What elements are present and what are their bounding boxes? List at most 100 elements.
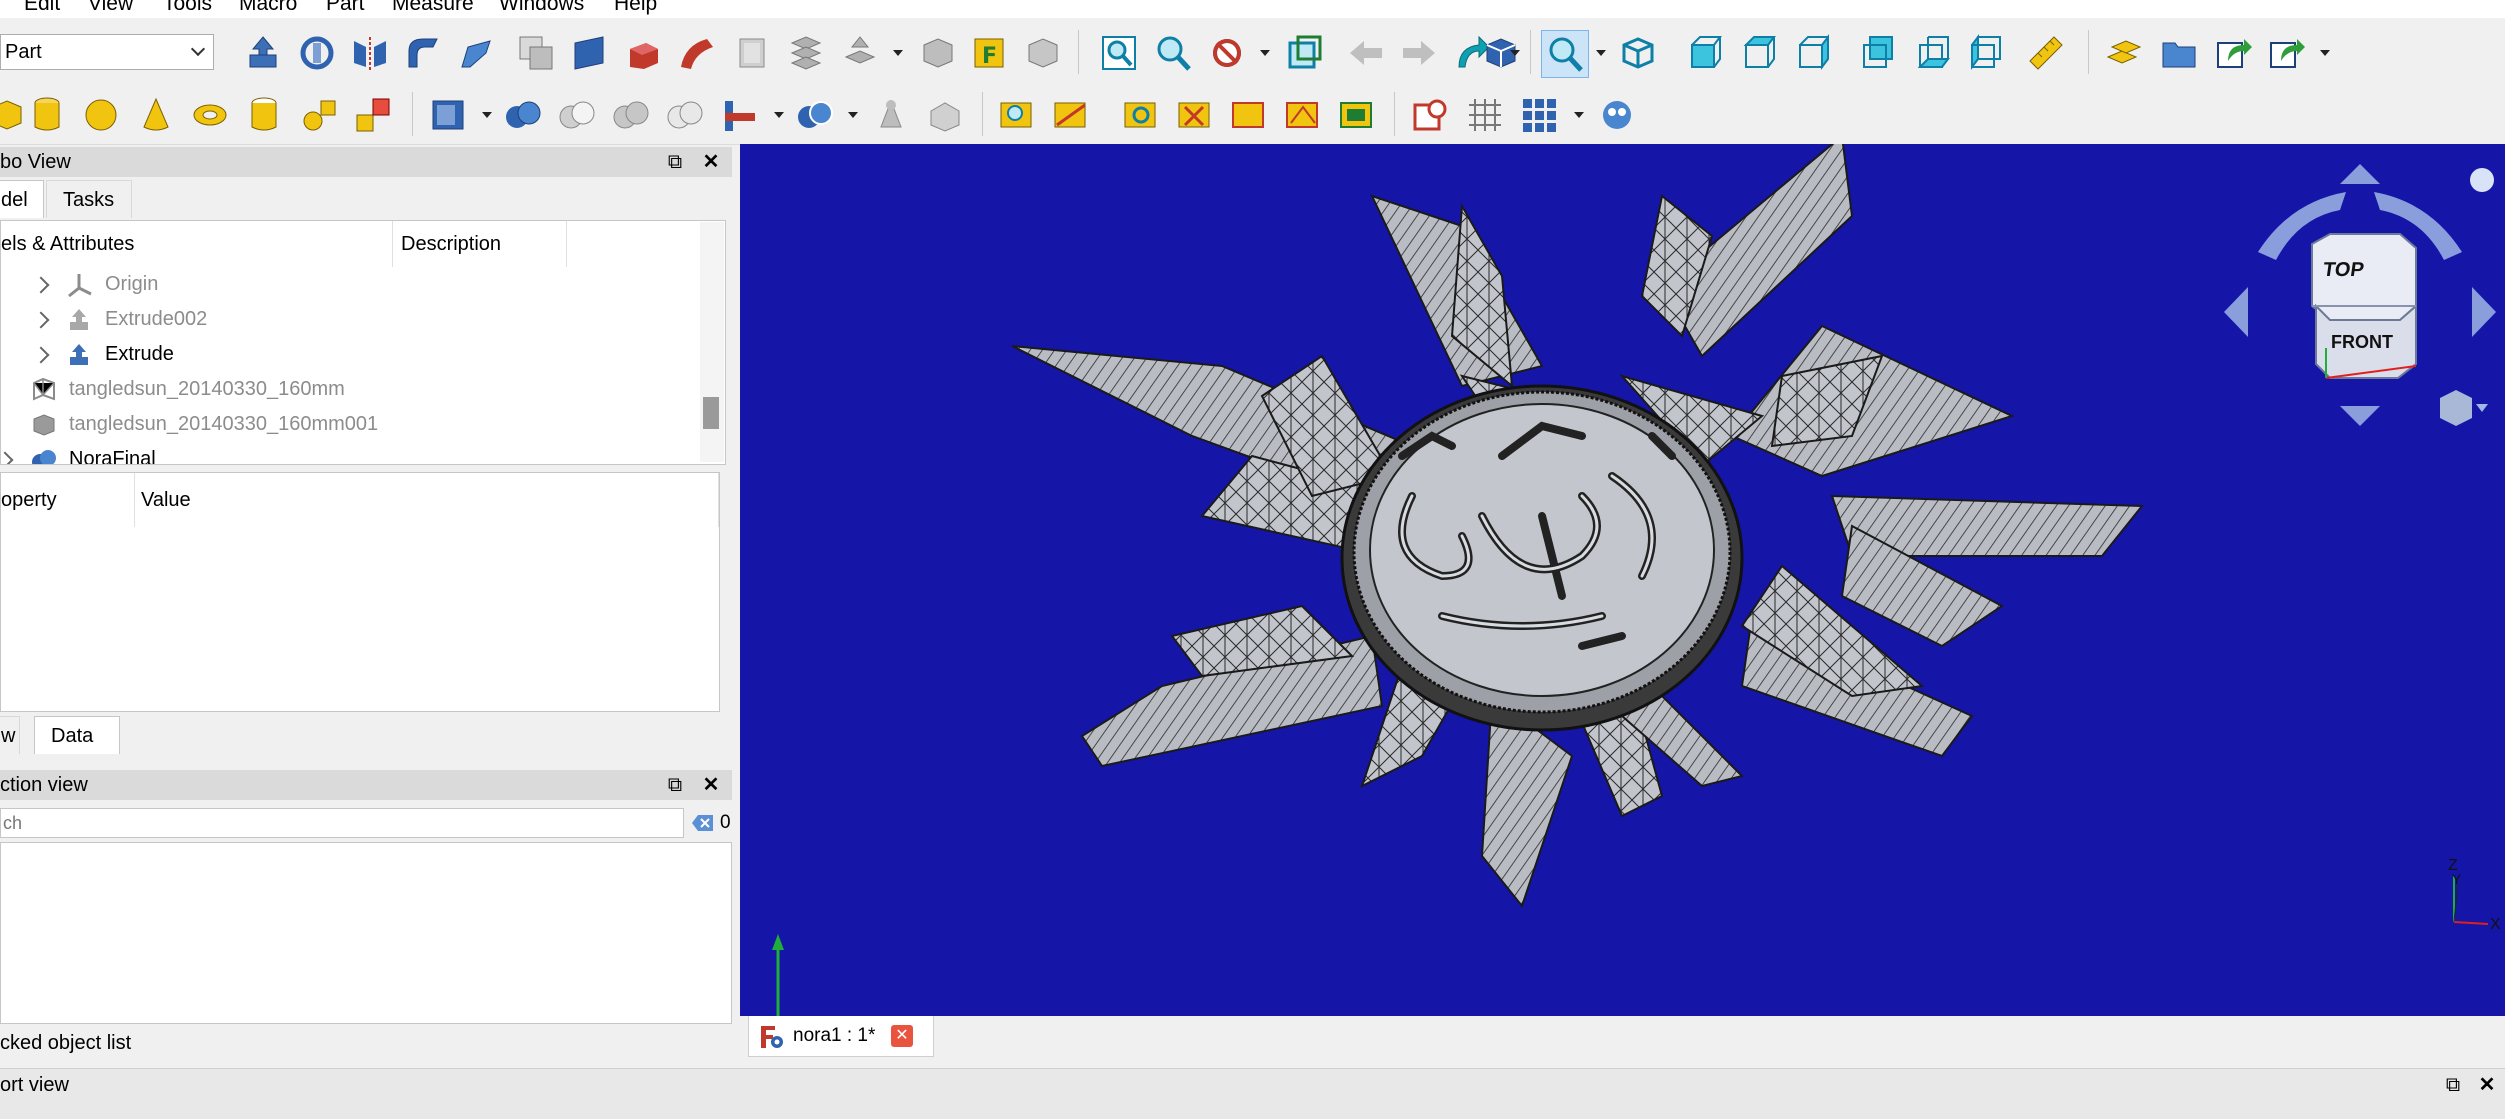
close-icon[interactable]: ✕ — [698, 149, 724, 175]
cone-primitive-icon[interactable] — [135, 94, 177, 136]
view-front-icon[interactable] — [1683, 32, 1725, 74]
group-folder-icon[interactable] — [2158, 32, 2200, 74]
restore-icon[interactable]: ⧉ — [2440, 1072, 2466, 1098]
close-icon[interactable]: ✕ — [698, 772, 724, 798]
close-icon[interactable]: ✕ — [891, 1025, 913, 1047]
sphere-primitive-icon[interactable] — [80, 94, 122, 136]
navigation-cube[interactable]: TOP FRONT — [2220, 152, 2500, 452]
selection-list[interactable] — [0, 842, 732, 1024]
menu-edit[interactable]: Edit — [24, 0, 60, 16]
fit-selection-icon[interactable] — [1152, 32, 1194, 74]
bounding-box-icon[interactable] — [1283, 32, 1325, 74]
measure-linear-icon[interactable] — [996, 94, 1038, 136]
sweep-icon[interactable] — [676, 32, 718, 74]
torus-primitive-icon[interactable] — [189, 94, 231, 136]
zoom-active-icon[interactable] — [1541, 30, 1589, 78]
cylinder-primitive-icon[interactable] — [26, 94, 68, 136]
view-top-icon[interactable] — [1737, 32, 1779, 74]
make-face-icon[interactable] — [515, 32, 557, 74]
menu-part[interactable]: Part — [326, 0, 365, 16]
snap-dropdown[interactable] — [1572, 94, 1586, 136]
revolve-tool-icon[interactable] — [296, 32, 338, 74]
attachment-editor-icon[interactable] — [1410, 94, 1452, 136]
create-part-icon[interactable] — [2103, 32, 2145, 74]
expand-arrow-icon[interactable] — [1, 451, 14, 464]
restore-icon[interactable]: ⧉ — [662, 772, 688, 798]
back-arrow-icon[interactable] — [1345, 32, 1387, 74]
tree-item-mesh[interactable]: tangledsun_20140330_160mm — [1, 372, 691, 407]
ruled-surface-icon[interactable] — [568, 32, 610, 74]
forward-arrow-icon[interactable] — [1398, 32, 1440, 74]
chamfer-tool-icon[interactable] — [455, 32, 497, 74]
draw-style-dropdown[interactable] — [1258, 32, 1272, 74]
tab-data[interactable]: Data — [34, 716, 120, 754]
fuse-icon[interactable] — [610, 94, 652, 136]
snap-grid-icon[interactable] — [1518, 94, 1560, 136]
split-icon[interactable] — [794, 94, 836, 136]
tree-item-extrude[interactable]: Extrude — [1, 337, 691, 372]
loft-icon[interactable] — [623, 32, 665, 74]
clear-all-icon[interactable] — [1174, 94, 1216, 136]
tree-header-labels[interactable]: els & Attributes — [1, 221, 393, 267]
clear-search-icon[interactable] — [690, 810, 716, 836]
common-icon[interactable] — [664, 94, 706, 136]
tree-item-norafinal[interactable]: NoraFinal — [1, 442, 691, 464]
tab-model[interactable]: del — [0, 180, 44, 218]
menu-help[interactable]: Help — [614, 0, 657, 16]
view-left-icon[interactable] — [1965, 32, 2007, 74]
join-dropdown[interactable] — [772, 94, 786, 136]
toggle-3d-icon[interactable] — [1282, 94, 1324, 136]
draw-style-icon[interactable] — [1206, 32, 1248, 74]
section-icon[interactable] — [731, 32, 773, 74]
menu-tools[interactable]: Tools — [163, 0, 212, 16]
mirror-tool-icon[interactable] — [349, 32, 391, 74]
document-tab[interactable]: nora1 : 1* ✕ — [748, 1016, 934, 1057]
view-right-icon[interactable] — [1791, 32, 1833, 74]
std-views-dropdown[interactable] — [1508, 32, 1522, 74]
extrude-tool-icon[interactable] — [243, 32, 285, 74]
fit-all-icon[interactable] — [1098, 32, 1140, 74]
measure-refresh-icon[interactable] — [1120, 94, 1162, 136]
projection-icon[interactable]: F — [968, 32, 1010, 74]
selection-search-input[interactable]: ch — [0, 808, 684, 838]
cross-sections-icon[interactable] — [785, 32, 827, 74]
3d-viewport[interactable]: TOP FRONT Z Y X — [740, 144, 2505, 1016]
offset-icon[interactable] — [839, 32, 881, 74]
restore-icon[interactable]: ⧉ — [662, 149, 688, 175]
tree-scrollbar-thumb[interactable] — [703, 397, 719, 429]
tab-view[interactable]: w — [0, 716, 20, 754]
make-sublink-icon[interactable] — [2266, 32, 2308, 74]
toggle-delta-icon[interactable] — [1336, 94, 1378, 136]
menu-windows[interactable]: Windows — [499, 0, 584, 16]
close-icon[interactable]: ✕ — [2474, 1072, 2500, 1098]
defeaturing-icon[interactable] — [924, 94, 966, 136]
tab-tasks[interactable]: Tasks — [46, 180, 132, 218]
menu-view[interactable]: View — [88, 0, 133, 16]
nav-cube-top-label[interactable]: TOP — [2322, 259, 2366, 281]
cube-primitive-icon[interactable] — [0, 94, 28, 136]
make-link-icon[interactable] — [2213, 32, 2255, 74]
primitives-icon[interactable] — [298, 94, 340, 136]
grid-icon[interactable] — [1464, 94, 1506, 136]
menu-macro[interactable]: Macro — [239, 0, 297, 16]
tree-item-origin[interactable]: Origin — [1, 267, 691, 302]
view-bottom-icon[interactable] — [1911, 32, 1953, 74]
toggle-all-icon[interactable] — [1228, 94, 1270, 136]
expand-arrow-icon[interactable] — [32, 276, 50, 294]
cut-icon[interactable] — [556, 94, 598, 136]
measure-ruler-icon[interactable] — [2025, 32, 2067, 74]
offset-dropdown[interactable] — [891, 32, 905, 74]
view-rear-icon[interactable] — [1857, 32, 1899, 74]
macro-tool-icon[interactable] — [1596, 94, 1638, 136]
zoom-dropdown[interactable] — [1594, 32, 1608, 74]
nav-cube-front-label[interactable]: FRONT — [2331, 332, 2393, 352]
boolean-icon[interactable] — [502, 94, 544, 136]
measure-angular-icon[interactable] — [1050, 94, 1092, 136]
thickness-icon[interactable] — [917, 32, 959, 74]
expand-arrow-icon[interactable] — [32, 346, 50, 364]
split-dropdown[interactable] — [846, 94, 860, 136]
expand-arrow-icon[interactable] — [32, 311, 50, 329]
menu-measure[interactable]: Measure — [392, 0, 474, 16]
property-header-value[interactable]: Value — [135, 473, 719, 527]
link-actions-dropdown[interactable] — [2318, 32, 2332, 74]
